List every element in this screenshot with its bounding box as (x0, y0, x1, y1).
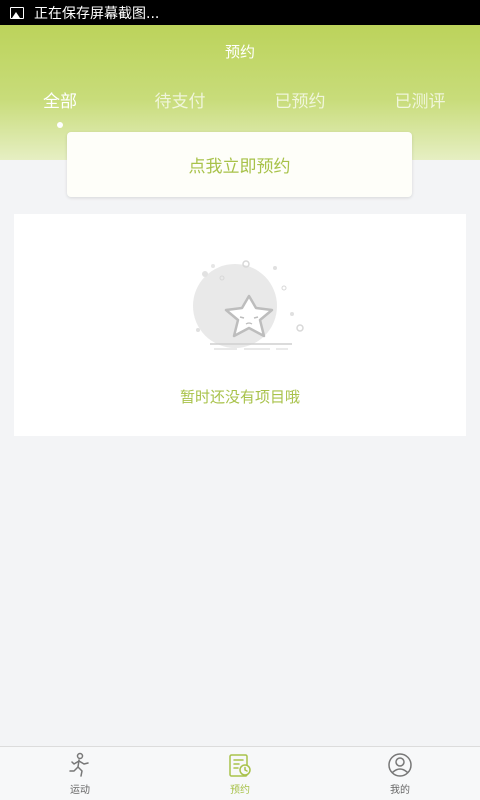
bottom-nav-exercise[interactable]: 运动 (0, 747, 160, 800)
tab-pending-payment[interactable]: 待支付 (120, 87, 240, 127)
tab-booked[interactable]: 已预约 (240, 87, 360, 127)
empty-state-message: 暂时还没有项目哦 (179, 388, 300, 406)
bottom-nav-label: 运动 (70, 785, 90, 796)
image-icon (10, 6, 24, 19)
page-title: 预约 (224, 43, 255, 61)
bottom-nav: 运动 预约 我的 (0, 746, 480, 800)
bottom-nav-booking[interactable]: 预约 (160, 747, 320, 800)
tab-label: 全部 (43, 92, 77, 112)
bottom-nav-label: 预约 (230, 785, 250, 796)
star-empty-icon (193, 260, 304, 350)
active-tab-indicator (57, 122, 63, 128)
tab-label: 已预约 (274, 92, 326, 112)
tab-label: 待支付 (154, 92, 206, 112)
status-notification-text: 正在保存屏幕截图... (34, 5, 160, 22)
tab-all[interactable]: 全部 (0, 87, 120, 128)
user-icon (388, 753, 412, 777)
book-now-button[interactable]: 点我立即预约 (67, 132, 412, 197)
bottom-nav-profile[interactable]: 我的 (320, 747, 480, 800)
status-bar: 正在保存屏幕截图... (0, 0, 480, 25)
calendar-clock-icon (229, 754, 251, 777)
tab-label: 已测评 (394, 92, 446, 112)
tab-bar: 全部 待支付 已预约 已测评 (0, 87, 480, 128)
book-now-label: 点我立即预约 (188, 157, 291, 177)
runner-icon (69, 752, 89, 777)
empty-state-card: 暂时还没有项目哦 (14, 214, 466, 436)
bottom-nav-label: 我的 (390, 785, 410, 796)
tab-evaluated[interactable]: 已测评 (360, 87, 480, 127)
